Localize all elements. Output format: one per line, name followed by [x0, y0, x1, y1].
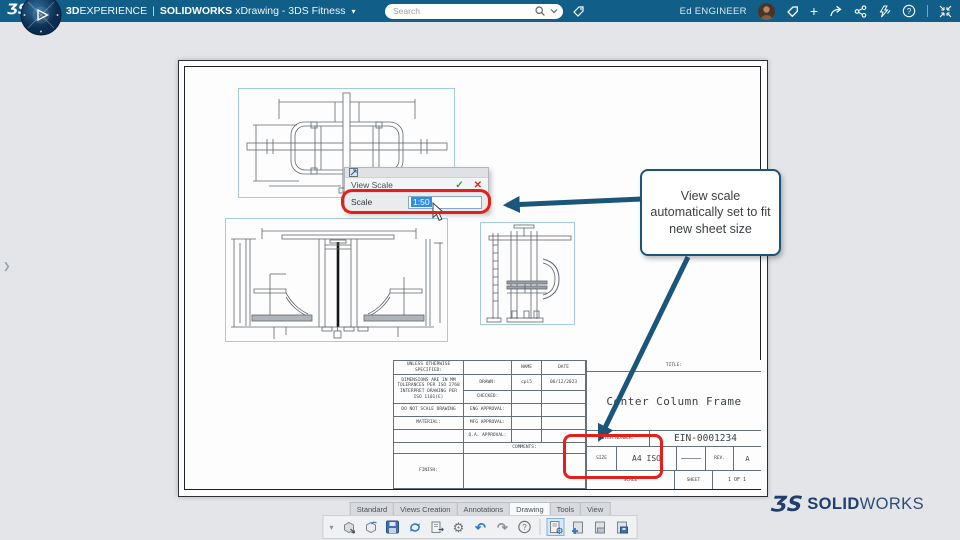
page-setup-icon[interactable]	[428, 518, 446, 536]
brand-separator: |	[152, 5, 155, 17]
annotation-red-circle-size	[563, 434, 663, 479]
svg-text:?: ?	[907, 7, 912, 16]
app-window: ƷS 3DEXPERIENCE | SOLIDWORKS xDrawing - …	[0, 0, 960, 540]
tag-icon[interactable]	[786, 5, 799, 18]
user-name[interactable]: Ed ENGINEER	[680, 6, 747, 17]
tb-blank	[541, 403, 586, 417]
app-context-label: xDrawing - 3DS Fitness	[235, 5, 346, 17]
tb-blank	[541, 416, 586, 430]
tb-dimensions-note: DIMENSIONS ARE IN MM TOLERANCES PER ISO …	[393, 374, 464, 404]
save-icon[interactable]	[384, 518, 402, 536]
sheet-properties-icon[interactable]: ⚙	[546, 518, 565, 536]
topbar-divider	[927, 5, 928, 17]
brand-solidworks: SOLIDWORKS	[159, 5, 233, 17]
tb-blank	[393, 442, 464, 454]
brand-experience: EXPERIENCE	[79, 5, 148, 17]
left-panel-expand-icon[interactable]: ❯	[3, 261, 11, 272]
annotation-callout: View scale automatically set to fit new …	[640, 169, 781, 256]
add-sheet-icon[interactable]	[569, 518, 587, 536]
tb-unless: UNLESS OTHERWISE SPECIFIED:	[393, 360, 464, 375]
tb-finish-label: FINISH:	[393, 453, 464, 489]
search-options-chevron-icon[interactable]	[550, 8, 558, 14]
tb-drawn-date: 06/12/2023	[541, 374, 586, 391]
tb-no-scale: DO NOT SCALE DRAWING	[393, 403, 464, 417]
tb-blank	[511, 416, 542, 430]
app-title[interactable]: 3DEXPERIENCE | SOLIDWORKS xDrawing - 3DS…	[66, 0, 356, 22]
tb-item-value: EIN-0001234	[674, 433, 737, 444]
export-model-icon[interactable]	[340, 518, 358, 536]
solidworks-logo-light: WORKS	[859, 494, 924, 513]
tag-search-icon[interactable]	[571, 4, 585, 23]
tb-blank	[463, 360, 512, 375]
tb-blank	[511, 429, 542, 443]
tb-rev-label: REV.	[706, 447, 734, 470]
3dexperience-compass[interactable]	[20, 0, 62, 36]
tb-name-header: NAME	[511, 360, 542, 375]
tb-rev-value: A	[745, 454, 750, 463]
tb-mfg-label: MFG APPROVAL:	[463, 416, 512, 430]
search-input[interactable]	[385, 6, 535, 16]
topbar: ƷS 3DEXPERIENCE | SOLIDWORKS xDrawing - …	[0, 0, 960, 36]
tb-blank	[511, 403, 542, 417]
tb-date-header: DATE	[541, 360, 586, 375]
help-icon[interactable]: ?	[902, 4, 916, 18]
svg-text:⚙: ⚙	[555, 527, 563, 535]
undo-icon[interactable]: ↶	[472, 518, 490, 536]
tb-sheet-value: 1 OF 1	[727, 477, 747, 483]
tb-eng-label: ENG APPROVAL:	[463, 403, 512, 417]
search-box[interactable]	[385, 3, 563, 19]
add-icon[interactable]: +	[810, 4, 818, 18]
share-icon[interactable]	[829, 5, 843, 18]
collaborate-network-icon[interactable]	[854, 4, 867, 18]
tb-checked-label: CHECKED:	[463, 390, 512, 404]
svg-text:?: ?	[522, 523, 527, 532]
drawing-view-front[interactable]	[225, 218, 448, 342]
solidworks-logo-bold: SOLID	[807, 494, 860, 513]
chevron-down-icon[interactable]: ▾	[351, 7, 355, 16]
tb-sheet-label: SHEET	[675, 471, 713, 489]
tb-drawn-label: DRAWN:	[463, 374, 512, 391]
view-scale-dialog-icon	[349, 168, 358, 177]
brand-3d: 3D	[66, 5, 80, 17]
tb-gap-cell	[677, 447, 706, 470]
tb-title-value: Center Column Frame	[587, 372, 761, 431]
reload-icon[interactable]	[406, 518, 424, 536]
toolbar-help-icon[interactable]: ?	[516, 518, 534, 536]
avatar[interactable]	[757, 2, 775, 20]
tb-blank	[511, 390, 542, 404]
toolbar-overflow-icon[interactable]: ▾	[329, 523, 333, 532]
solidworks-logo-glyph: ƷS	[769, 492, 804, 516]
tb-title-label: TITLE:	[587, 360, 761, 372]
redo-icon[interactable]: ↷	[494, 518, 512, 536]
toolbar-divider	[539, 519, 541, 535]
sheet-format-icon[interactable]	[591, 518, 609, 536]
tb-drawn-name: cpi5	[511, 374, 542, 391]
tb-blank	[541, 390, 586, 404]
settings-gear-icon[interactable]: ⚙	[450, 518, 468, 536]
collapse-fullscreen-icon[interactable]	[939, 5, 952, 18]
search-icon[interactable]	[535, 6, 545, 16]
import-model-icon[interactable]	[362, 518, 380, 536]
tb-blank	[393, 429, 464, 443]
annotation-red-circle-scale	[341, 189, 491, 214]
save-sheet-format-icon[interactable]	[613, 518, 631, 536]
tb-qa-label: Q.A. APPROVAL:	[463, 429, 512, 443]
shortcuts-lightning-icon[interactable]	[878, 5, 891, 18]
drawing-view-side[interactable]	[480, 222, 575, 325]
tb-material-label: MATERIAL:	[393, 416, 464, 430]
drawing-toolbar: ▾ ⚙ ↶ ↷ ? ⚙	[322, 515, 638, 539]
solidworks-logo: ƷS SOLIDWORKS	[769, 492, 924, 516]
